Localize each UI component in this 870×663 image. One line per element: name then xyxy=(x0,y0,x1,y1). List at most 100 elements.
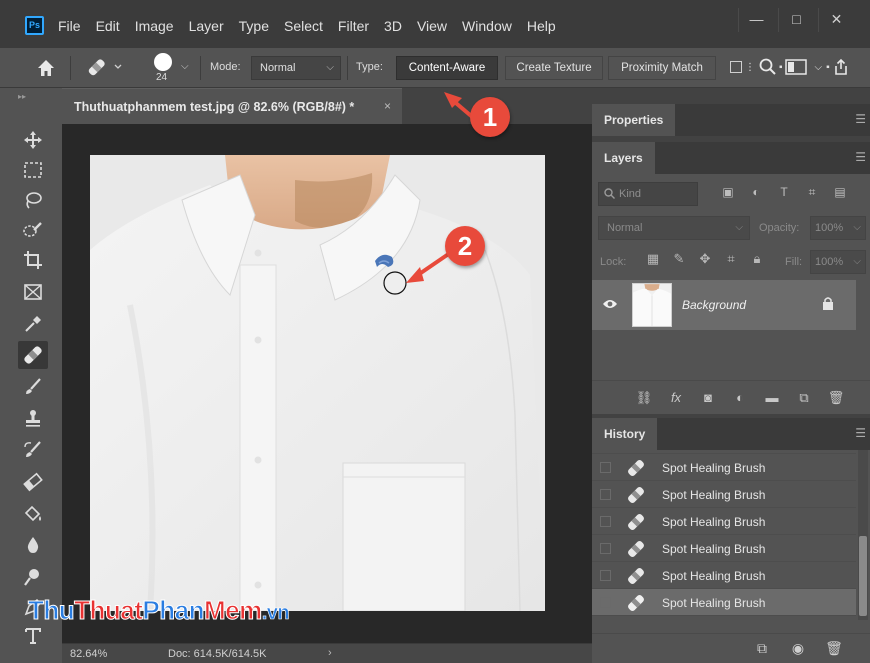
trash-icon[interactable]: 🗑︎ xyxy=(820,390,852,406)
bandage-icon xyxy=(628,541,644,557)
menu-help[interactable]: Help xyxy=(527,18,556,34)
dodge-tool[interactable] xyxy=(18,563,48,591)
spot-healing-brush-tool[interactable] xyxy=(18,341,48,369)
type-tool[interactable] xyxy=(18,622,48,650)
document-tab[interactable]: Thuthuatphanmem test.jpg @ 82.6% (RGB/8#… xyxy=(62,88,402,124)
type-proximity-match-button[interactable]: Proximity Match xyxy=(608,56,716,80)
menu-layer[interactable]: Layer xyxy=(189,18,224,34)
share-icon[interactable] xyxy=(832,58,850,76)
frame-tool[interactable] xyxy=(18,278,48,306)
chevron-down-icon: ⌵ xyxy=(326,62,334,73)
search-icon[interactable] xyxy=(759,58,777,76)
home-icon[interactable] xyxy=(36,58,56,78)
move-tool[interactable] xyxy=(18,126,48,154)
marquee-tool[interactable] xyxy=(18,156,48,184)
type-content-aware-button[interactable]: Content-Aware xyxy=(396,56,498,80)
menu-edit[interactable]: Edit xyxy=(96,18,120,34)
sample-all-layers-checkbox[interactable] xyxy=(730,61,742,73)
close-button[interactable]: ✕ xyxy=(818,8,854,32)
image-filter-icon[interactable]: ▣ xyxy=(714,185,742,200)
chevron-right-icon[interactable]: › xyxy=(328,647,332,659)
layer-row-background[interactable]: Background xyxy=(592,280,856,330)
document-size: Doc: 614.5K/614.5K xyxy=(168,648,267,660)
opacity-field[interactable]: 100% ⌵ xyxy=(810,216,866,240)
kind-filter-select[interactable]: Kind xyxy=(598,182,698,206)
blend-mode-select[interactable]: Normal ⌵ xyxy=(598,216,750,240)
new-layer-icon[interactable]: ⧉ xyxy=(788,390,820,406)
smart-object-filter-icon[interactable]: ▤ xyxy=(826,185,854,200)
document-photo[interactable] xyxy=(90,155,545,611)
fill-field[interactable]: 100% ⌵ xyxy=(810,250,866,274)
type-create-texture-button[interactable]: Create Texture xyxy=(505,56,603,80)
camera-icon[interactable]: ◉ xyxy=(780,640,816,657)
panel-menu-icon[interactable]: ☰ xyxy=(855,150,866,164)
menu-filter[interactable]: Filter xyxy=(338,18,369,34)
tab-properties[interactable]: Properties xyxy=(592,104,676,136)
new-document-from-state-icon[interactable]: ⧉ xyxy=(744,640,780,657)
minimize-button[interactable]: — xyxy=(738,8,774,32)
marquee-icon xyxy=(24,162,42,178)
workspace-icon[interactable] xyxy=(784,59,807,75)
crop-tool[interactable] xyxy=(18,246,48,274)
link-layers-icon[interactable]: ⛓ xyxy=(628,390,660,406)
menu-select[interactable]: Select xyxy=(284,18,323,34)
brush-tool[interactable] xyxy=(18,373,48,401)
menu-view[interactable]: View xyxy=(417,18,447,34)
eraser-tool[interactable] xyxy=(18,468,48,496)
menu-type[interactable]: Type xyxy=(239,18,269,34)
toolbar-grip-icon[interactable]: ▸▸ xyxy=(18,92,42,101)
zoom-level[interactable]: 82.64% xyxy=(70,648,107,660)
history-scrollbar-thumb[interactable] xyxy=(859,536,867,616)
blur-tool[interactable] xyxy=(18,531,48,559)
history-brush-tool[interactable] xyxy=(18,436,48,464)
history-snapshot-checkbox[interactable] xyxy=(600,516,611,527)
menu-window[interactable]: Window xyxy=(462,18,512,34)
shape-filter-icon[interactable]: ⌗ xyxy=(798,185,826,200)
panel-menu-icon[interactable]: ☰ xyxy=(855,426,866,440)
fx-icon[interactable]: fx xyxy=(660,390,692,405)
paint-bucket-tool[interactable] xyxy=(18,500,48,528)
adjustment-layer-icon[interactable]: ◐ xyxy=(724,390,756,405)
mode-select[interactable]: Normal ⌵ xyxy=(251,56,341,80)
lock-all-icon[interactable]: 🔒︎ xyxy=(744,251,770,267)
add-mask-icon[interactable]: ◙ xyxy=(692,390,724,405)
options-separator xyxy=(70,56,71,80)
new-group-icon[interactable]: ▬ xyxy=(756,390,788,405)
menu-file[interactable]: File xyxy=(58,18,81,34)
lock-artboard-icon[interactable]: ⌗ xyxy=(718,251,744,267)
lock-pixels-icon[interactable]: ✎ xyxy=(666,251,692,267)
type-filter-icon[interactable]: T xyxy=(770,185,798,200)
quick-selection-tool[interactable] xyxy=(18,216,48,244)
canvas-area[interactable] xyxy=(62,92,592,643)
opacity-value: 100% xyxy=(815,222,844,234)
lock-position-icon[interactable]: ✥ xyxy=(692,251,718,267)
history-item-label: Spot Healing Brush xyxy=(662,569,766,583)
history-item[interactable]: Spot Healing Brush xyxy=(592,535,856,562)
history-item[interactable]: Spot Healing Brush xyxy=(592,481,856,508)
panel-menu-icon[interactable]: ☰ xyxy=(855,112,866,126)
trash-icon[interactable]: 🗑︎ xyxy=(816,640,852,657)
history-item[interactable]: Spot Healing Brush xyxy=(592,562,856,589)
history-snapshot-checkbox[interactable] xyxy=(600,570,611,581)
eyedropper-tool[interactable] xyxy=(18,310,48,338)
lasso-tool[interactable] xyxy=(18,186,48,214)
history-item-current[interactable]: Spot Healing Brush xyxy=(592,589,856,616)
maximize-button[interactable]: □ xyxy=(778,8,814,32)
history-item[interactable]: Spot Healing Brush xyxy=(592,454,856,481)
tool-preset-picker[interactable] xyxy=(82,56,122,80)
adjustment-filter-icon[interactable]: ◐ xyxy=(742,185,770,200)
history-snapshot-checkbox[interactable] xyxy=(600,489,611,500)
close-icon[interactable]: × xyxy=(384,99,391,113)
history-snapshot-checkbox[interactable] xyxy=(600,462,611,473)
history-snapshot-checkbox[interactable] xyxy=(600,597,611,608)
tab-layers[interactable]: Layers xyxy=(592,142,655,174)
clone-stamp-tool[interactable] xyxy=(18,404,48,432)
eye-icon[interactable] xyxy=(602,298,618,310)
menu-3d[interactable]: 3D xyxy=(384,18,402,34)
brush-picker[interactable]: 24 ⌵ xyxy=(150,51,190,85)
lock-transparency-icon[interactable]: ▦ xyxy=(640,251,666,267)
history-snapshot-checkbox[interactable] xyxy=(600,543,611,554)
menu-image[interactable]: Image xyxy=(135,18,174,34)
history-scrollbar[interactable] xyxy=(858,450,868,620)
history-item[interactable]: Spot Healing Brush xyxy=(592,508,856,535)
